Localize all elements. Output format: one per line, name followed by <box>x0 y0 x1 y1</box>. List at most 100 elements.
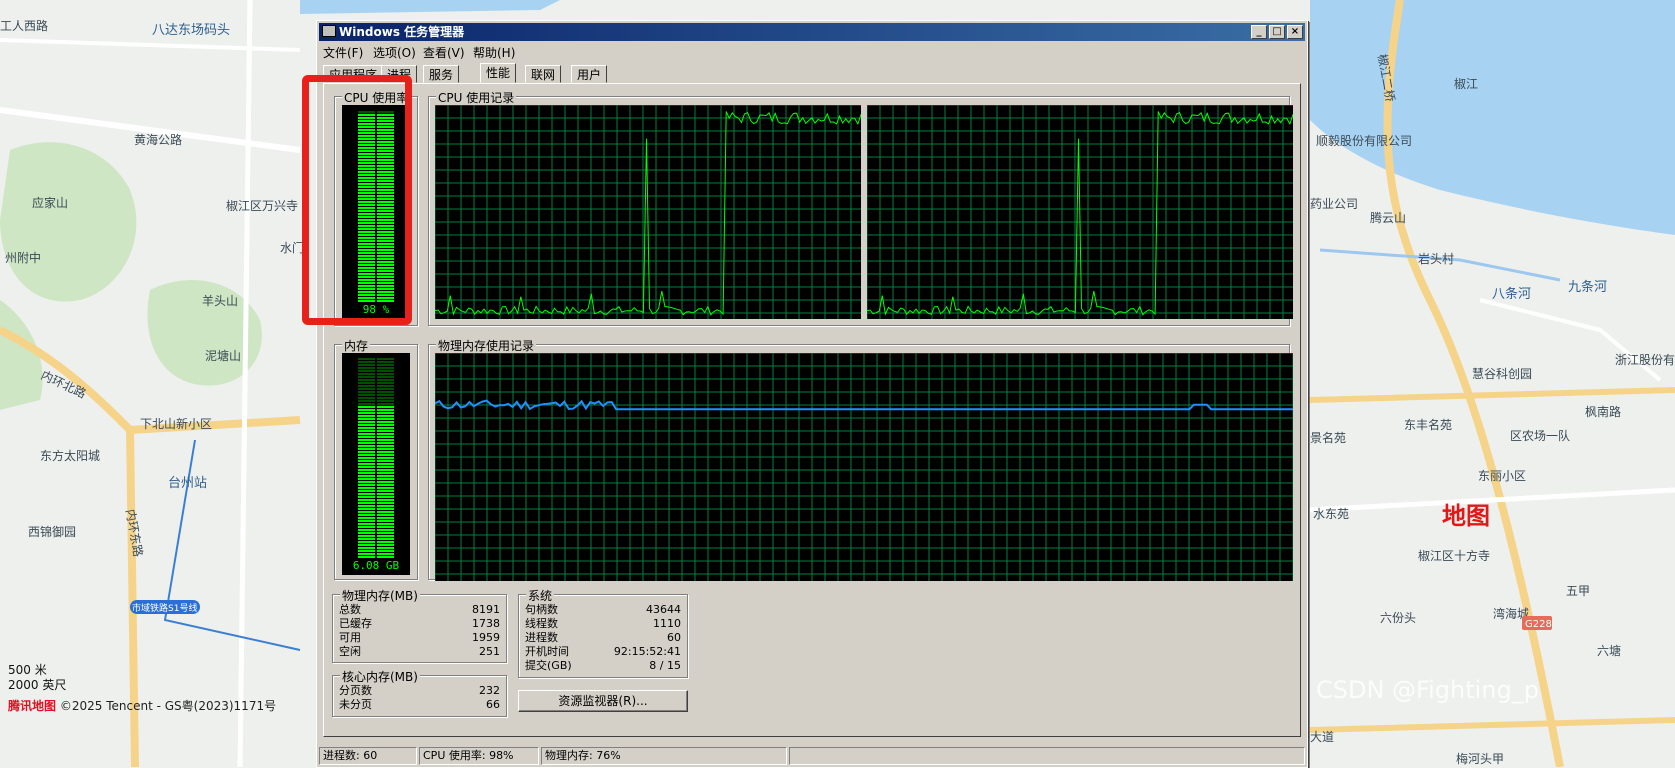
gauge-segment <box>377 436 394 438</box>
tab-services[interactable]: 服务 <box>423 65 460 83</box>
gauge-segment <box>377 520 394 522</box>
gauge-segment <box>358 394 375 396</box>
close-button[interactable]: × <box>1287 25 1303 39</box>
stat-value: 1959 <box>472 631 500 644</box>
stat-row: 已缓存 1738 <box>339 617 500 630</box>
cpu-history-graph-core-1 <box>435 105 861 319</box>
tab-users[interactable]: 用户 <box>571 65 608 83</box>
gauge-segment <box>358 547 375 549</box>
watermark: CSDN @Fighting_p <box>1316 676 1539 704</box>
menu-bar: 文件(F) 选项(O) 查看(V) 帮助(H) <box>319 42 1305 60</box>
gauge-segment <box>377 400 394 402</box>
map-label: 枫南路 <box>1585 404 1621 419</box>
gauge-segment <box>377 367 394 369</box>
gauge-segment <box>358 445 375 447</box>
map-label: 区农场一队 <box>1510 428 1570 443</box>
map-label: 大道 <box>1310 730 1334 744</box>
map-label: 药业公司 <box>1310 197 1358 211</box>
stat-row: 空闲 251 <box>339 645 500 658</box>
menu-options[interactable]: 选项(O) <box>373 44 416 61</box>
physical-memory-title: 物理内存(MB) <box>340 587 420 604</box>
gauge-segment <box>358 391 375 393</box>
gauge-segment <box>377 502 394 504</box>
stat-value: 1738 <box>472 617 500 630</box>
map-label: 黄海公路 <box>134 132 182 147</box>
gauge-segment <box>358 535 375 537</box>
map-label: 椒江区十方寺 <box>1418 548 1490 563</box>
memory-history-group: 物理内存使用记录 <box>428 337 1293 581</box>
gauge-segment <box>358 496 375 498</box>
gauge-segment <box>358 511 375 513</box>
scale-feet: 2000 英尺 <box>8 678 67 692</box>
gauge-segment <box>377 553 394 555</box>
map-label: 椒江区万兴寺 <box>226 199 298 213</box>
map-label: 水东苑 <box>1313 507 1349 521</box>
map-label: 州附中 <box>5 250 41 265</box>
gauge-segment <box>358 448 375 450</box>
stat-row: 未分页 66 <box>339 698 500 711</box>
gauge-segment <box>358 466 375 468</box>
gauge-segment <box>377 538 394 540</box>
gauge-segment <box>358 520 375 522</box>
task-manager-window: Windows 任务管理器 _ □ × 文件(F) 选项(O) 查看(V) 帮助… <box>316 20 1308 768</box>
gauge-segment <box>358 472 375 474</box>
stat-value: 66 <box>486 698 500 711</box>
memory-history-title: 物理内存使用记录 <box>436 337 537 354</box>
gauge-segment <box>358 430 375 432</box>
gauge-segment <box>377 454 394 456</box>
maximize-button[interactable]: □ <box>1269 25 1285 39</box>
gauge-segment <box>377 505 394 507</box>
gauge-segment <box>377 547 394 549</box>
stat-value: 232 <box>479 684 500 697</box>
gauge-segment <box>377 469 394 471</box>
gauge-segment <box>358 433 375 435</box>
menu-file[interactable]: 文件(F) <box>323 44 363 61</box>
physical-memory-group: 物理内存(MB) 总数 8191 已缓存 1738 可用 1959 空闲 251 <box>332 587 507 663</box>
gauge-segment <box>377 361 394 363</box>
map-label: 西锦御园 <box>28 524 76 539</box>
gauge-segment <box>358 460 375 462</box>
gauge-segment <box>377 439 394 441</box>
menu-help[interactable]: 帮助(H) <box>473 44 515 61</box>
status-cpu: CPU 使用率: 98% <box>419 747 539 765</box>
minimize-button[interactable]: _ <box>1251 25 1267 39</box>
menu-view[interactable]: 查看(V) <box>423 44 465 61</box>
memory-group: 内存 6.08 GB <box>334 337 418 580</box>
gauge-segment <box>358 541 375 543</box>
map-label: 下北山新小区 <box>140 416 212 431</box>
gauge-segment <box>358 439 375 441</box>
gauge-segment <box>358 487 375 489</box>
map-label: 岩头村 <box>1418 251 1454 266</box>
tab-performance[interactable]: 性能 <box>480 63 517 83</box>
gauge-segment <box>358 421 375 423</box>
gauge-segment <box>358 379 375 381</box>
stat-label: 总数 <box>339 603 361 616</box>
gauge-segment <box>358 436 375 438</box>
title-bar[interactable]: Windows 任务管理器 _ □ × <box>319 23 1305 41</box>
map-label: 梅河头甲 <box>1456 751 1504 766</box>
stat-row: 线程数 1110 <box>525 617 681 630</box>
gauge-segment <box>358 403 375 405</box>
memory-value: 6.08 GB <box>352 559 400 572</box>
app-icon <box>322 25 336 37</box>
gauge-segment <box>377 385 394 387</box>
cpu-history-graph-core-2 <box>867 105 1293 319</box>
gauge-segment <box>358 517 375 519</box>
system-title: 系统 <box>526 587 555 604</box>
cpu-history-line <box>435 111 861 316</box>
gauge-segment <box>377 379 394 381</box>
memory-history-graph <box>435 353 1293 581</box>
stat-value: 92:15:52:41 <box>613 645 681 658</box>
map-logo: 腾讯地图 <box>8 699 57 713</box>
stat-label: 分页数 <box>339 684 372 697</box>
gauge-segment <box>358 415 375 417</box>
map-label: 东丽小区 <box>1478 469 1526 483</box>
gauge-segment <box>377 517 394 519</box>
stat-label: 未分页 <box>339 698 372 711</box>
stat-row: 句柄数 43644 <box>525 603 681 616</box>
gauge-segment <box>377 496 394 498</box>
scale-meters: 500 米 <box>8 663 47 677</box>
resource-monitor-button[interactable]: 资源监视器(R)... <box>518 690 688 712</box>
tab-networking[interactable]: 联网 <box>525 65 562 83</box>
gauge-segment <box>358 385 375 387</box>
